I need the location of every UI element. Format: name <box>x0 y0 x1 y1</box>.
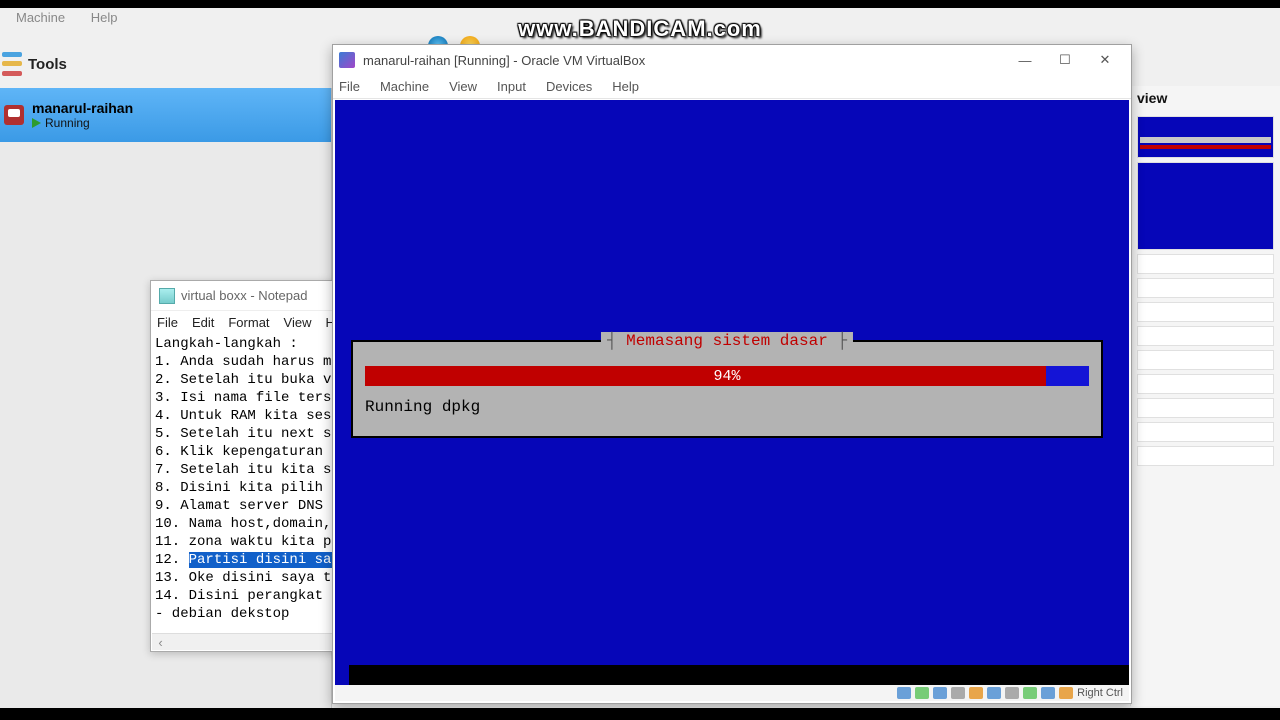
notepad-view[interactable]: View <box>284 315 312 330</box>
optical-icon[interactable] <box>915 687 929 699</box>
terminal-shadow <box>349 665 1129 685</box>
preview-row <box>1137 398 1274 418</box>
display-icon[interactable] <box>987 687 1001 699</box>
preview-row <box>1137 374 1274 394</box>
close-button[interactable]: ✕ <box>1085 48 1125 72</box>
vm-os-icon <box>4 105 24 125</box>
vm-status: Running <box>32 116 133 130</box>
vm-menubar: File Machine View Input Devices Help <box>333 75 1131 99</box>
tools-icon <box>2 50 22 78</box>
vm-name: manarul-raihan <box>32 100 133 116</box>
tools-label: Tools <box>28 56 67 73</box>
preview-row <box>1137 422 1274 442</box>
vm-statusbar: Right Ctrl <box>335 685 1129 701</box>
usb-icon[interactable] <box>951 687 965 699</box>
recording-icon[interactable] <box>1005 687 1019 699</box>
preview-row <box>1137 302 1274 322</box>
menu-machine[interactable]: Machine <box>16 10 65 25</box>
vm-menu-devices[interactable]: Devices <box>546 79 592 94</box>
vm-menu-machine[interactable]: Machine <box>380 79 429 94</box>
maximize-button[interactable]: ☐ <box>1045 48 1085 72</box>
clipboard-icon[interactable] <box>1041 687 1055 699</box>
vm-menu-file[interactable]: File <box>339 79 360 94</box>
notepad-title-text: virtual boxx - Notepad <box>181 288 307 303</box>
preview-row <box>1137 254 1274 274</box>
notepad-format[interactable]: Format <box>228 315 269 330</box>
preview-thumbnail[interactable] <box>1137 162 1274 250</box>
shared-folder-icon[interactable] <box>969 687 983 699</box>
menu-help[interactable]: Help <box>91 10 118 25</box>
preview-header: view <box>1131 86 1280 112</box>
bandicam-watermark: www.BANDICAM.com <box>518 16 762 42</box>
vm-list-item[interactable]: manarul-raihan Running <box>0 88 331 142</box>
drag-icon[interactable] <box>1059 687 1073 699</box>
vm-titlebar[interactable]: manarul-raihan [Running] - Oracle VM Vir… <box>333 45 1131 75</box>
preview-row <box>1137 278 1274 298</box>
host-key-label: Right Ctrl <box>1077 687 1123 699</box>
preview-row <box>1137 350 1274 370</box>
installer-status: Running dpkg <box>365 396 1089 422</box>
notepad-icon <box>159 288 175 304</box>
installer-title: Memasang sistem dasar <box>601 332 853 350</box>
network-icon[interactable] <box>933 687 947 699</box>
vm-running-window[interactable]: manarul-raihan [Running] - Oracle VM Vir… <box>332 44 1132 704</box>
tools-entry[interactable]: Tools <box>0 44 332 84</box>
vm-guest-screen[interactable]: Memasang sistem dasar 94% Running dpkg <box>335 100 1129 685</box>
minimize-button[interactable]: — <box>1005 48 1045 72</box>
notepad-selection: Partisi disini say <box>189 552 340 568</box>
preview-row <box>1137 446 1274 466</box>
preview-thumbnail[interactable] <box>1137 116 1274 158</box>
audio-icon[interactable] <box>1023 687 1037 699</box>
progress-text: 94% <box>365 366 1089 386</box>
notepad-edit[interactable]: Edit <box>192 315 214 330</box>
scroll-left-icon[interactable]: ‹ <box>152 634 169 651</box>
running-icon <box>32 118 41 128</box>
hdd-icon[interactable] <box>897 687 911 699</box>
progress-bar: 94% <box>365 366 1089 386</box>
manager-menubar: Machine Help <box>16 10 140 25</box>
vm-menu-help[interactable]: Help <box>612 79 639 94</box>
vm-menu-view[interactable]: View <box>449 79 477 94</box>
vm-menu-input[interactable]: Input <box>497 79 526 94</box>
virtualbox-manager-desktop: www.BANDICAM.com Machine Help Tools mana… <box>0 8 1280 708</box>
notepad-file[interactable]: File <box>157 315 178 330</box>
preview-panel: view <box>1130 86 1280 706</box>
virtualbox-icon <box>339 52 355 68</box>
vm-window-title: manarul-raihan [Running] - Oracle VM Vir… <box>363 53 645 68</box>
preview-row <box>1137 326 1274 346</box>
installer-dialog: Memasang sistem dasar 94% Running dpkg <box>351 340 1103 438</box>
